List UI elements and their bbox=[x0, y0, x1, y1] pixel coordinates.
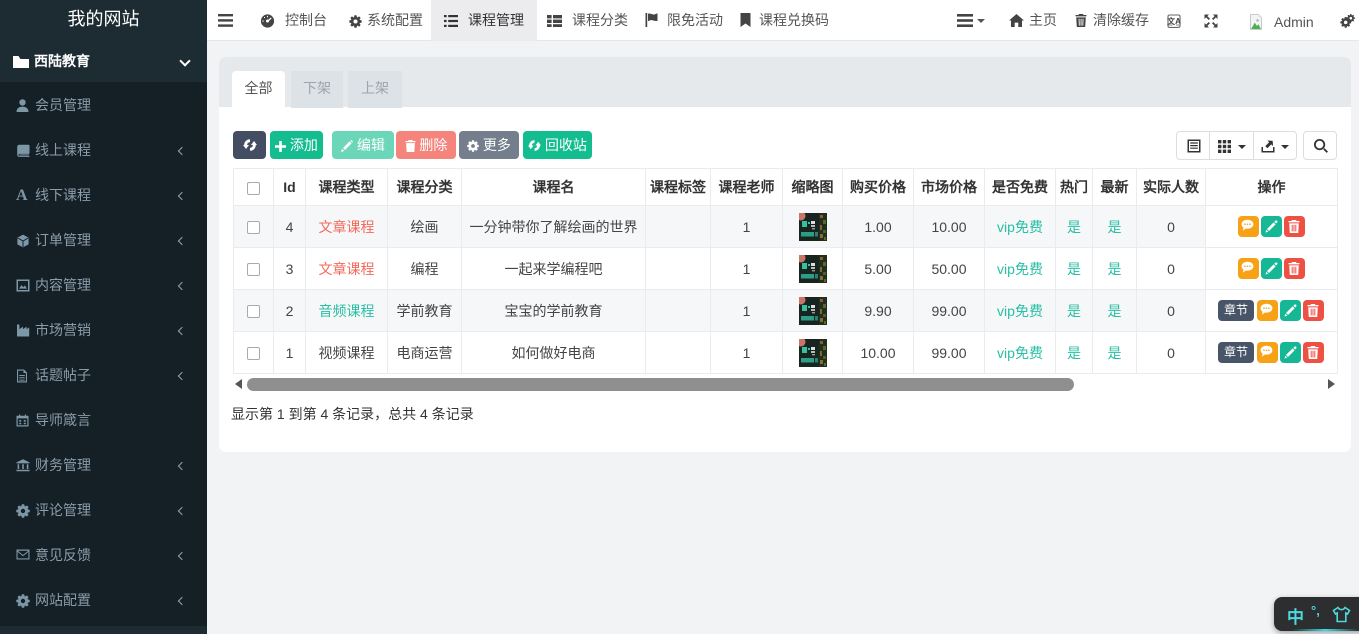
svg-text:文A: 文A bbox=[1167, 16, 1181, 26]
